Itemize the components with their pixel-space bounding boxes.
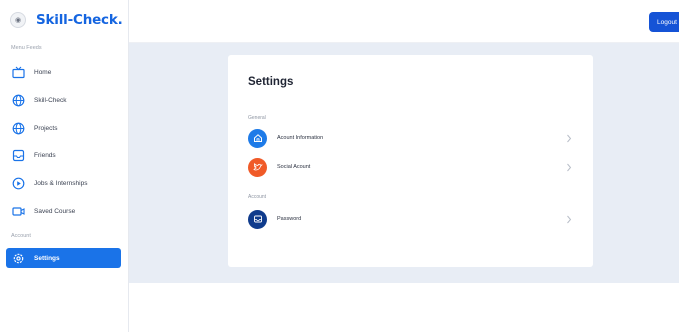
sidebar-item-label: Jobs & Internships [34, 179, 88, 187]
top-bar: Logout [129, 0, 679, 43]
inbox-icon [248, 209, 267, 229]
logout-button[interactable]: Logout [649, 12, 679, 32]
page-title: Settings [248, 76, 294, 88]
home-icon [248, 128, 267, 148]
chevron-right-icon [565, 132, 573, 144]
inbox-icon [12, 149, 25, 162]
sidebar-item-label: Friends [34, 151, 56, 159]
row-label: Acount Information [277, 135, 324, 141]
brand[interactable]: ◉ Skill-Check. [10, 8, 123, 32]
play-circle-icon [12, 177, 25, 190]
globe-icon [12, 94, 25, 107]
brand-name: Skill-Check. [36, 12, 123, 28]
row-label: Social Acount [277, 164, 311, 170]
sidebar-item-jobs-internships[interactable]: Jobs & Internships [6, 173, 121, 193]
account-information-row[interactable]: Acount Information [248, 128, 573, 148]
sidebar-item-saved-course[interactable]: Saved Course [6, 201, 121, 221]
twitter-icon [248, 157, 267, 177]
footer-area [129, 283, 679, 332]
menu-feeds-label: Menu Feeds [11, 45, 42, 51]
sidebar-item-label: Saved Course [34, 207, 76, 215]
globe-icon [12, 122, 25, 135]
sidebar-item-settings[interactable]: Settings [6, 248, 121, 268]
password-row[interactable]: Password [248, 209, 573, 229]
sidebar-item-home[interactable]: Home [6, 62, 121, 82]
sidebar: ◉ Skill-Check. Menu Feeds Home Skill-Che… [0, 0, 129, 332]
sidebar-item-friends[interactable]: Friends [6, 145, 121, 165]
sidebar-item-label: Settings [34, 254, 60, 262]
tv-icon [12, 66, 25, 79]
sidebar-item-label: Home [34, 68, 52, 76]
account-section-label: Account [11, 233, 31, 239]
sidebar-item-label: Projects [34, 124, 58, 132]
chevron-right-icon [565, 213, 573, 225]
video-icon [12, 205, 25, 218]
sidebar-item-label: Skill-Check [34, 96, 67, 104]
row-label: Password [277, 216, 302, 222]
sidebar-item-skill-check[interactable]: Skill-Check [6, 90, 121, 110]
app-window: ◉ Skill-Check. Menu Feeds Home Skill-Che… [0, 0, 679, 332]
general-section-label: General [248, 115, 266, 121]
account-group-label: Account [248, 194, 267, 200]
chevron-right-icon [565, 161, 573, 173]
gear-icon [12, 252, 25, 265]
settings-card: Settings General Acount Information Soci… [228, 55, 593, 267]
sidebar-item-projects[interactable]: Projects [6, 118, 121, 138]
social-account-row[interactable]: Social Acount [248, 157, 573, 177]
brand-logo-icon: ◉ [10, 12, 26, 28]
